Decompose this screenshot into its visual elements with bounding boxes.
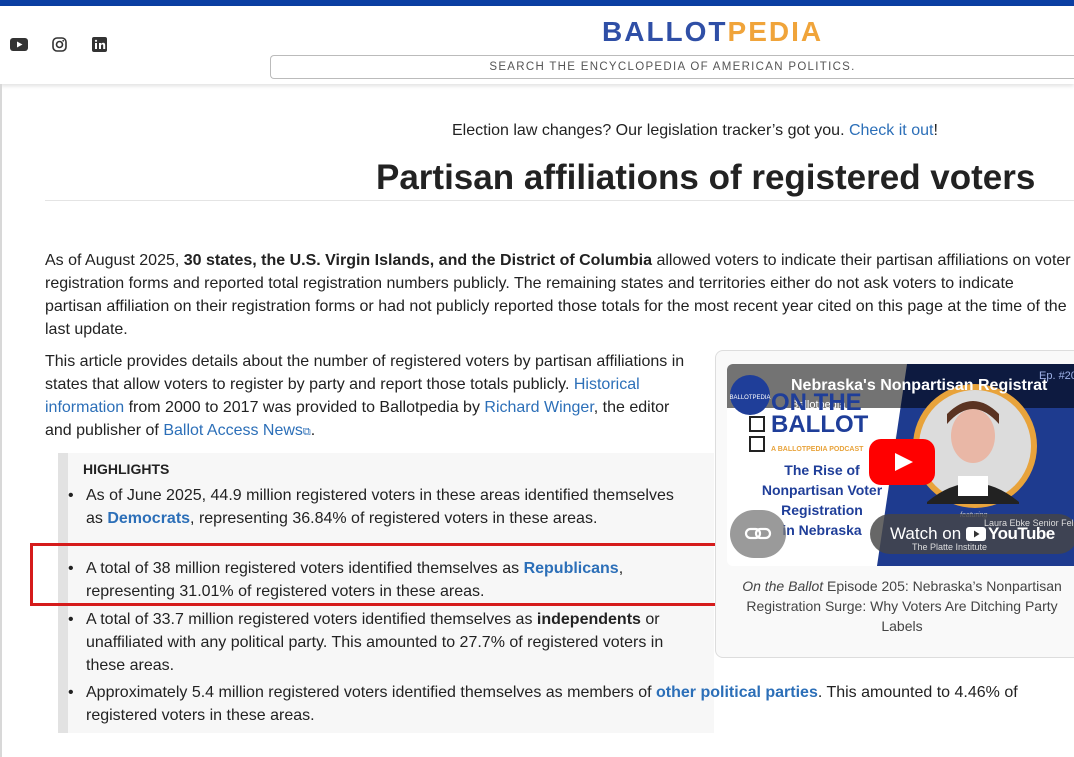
- checkbox-icon: [749, 416, 765, 432]
- watch-on-label: Watch on: [890, 524, 962, 543]
- highlight-independents: A total of 33.7 million registered voter…: [68, 608, 698, 677]
- play-button[interactable]: [869, 439, 935, 485]
- search-input[interactable]: SEARCH THE ENCYCLOPEDIA OF AMERICAN POLI…: [270, 55, 1074, 79]
- tracker-link[interactable]: Check it out: [849, 122, 933, 139]
- ballotpedia-logo[interactable]: BALLOTPEDIA: [602, 16, 823, 48]
- title-divider: [45, 200, 1074, 201]
- video-player[interactable]: BALLOTPEDIA Nebraska's Nonpartisan Regis…: [727, 364, 1074, 566]
- highlights-title: HIGHLIGHTS: [83, 461, 170, 477]
- richard-winger-link[interactable]: Richard Winger: [484, 399, 593, 416]
- logo-part-ballot: BALLOT: [602, 16, 728, 47]
- youtube-logo-icon: [966, 527, 986, 541]
- logo-part-pedia: PEDIA: [727, 16, 824, 47]
- democrats-link[interactable]: Democrats: [107, 510, 190, 527]
- other-political-parties-link[interactable]: other political parties: [656, 684, 818, 701]
- youtube-icon[interactable]: [10, 36, 28, 52]
- highlight-other-parties: Approximately 5.4 million registered vot…: [68, 681, 1066, 727]
- left-border: [0, 84, 2, 757]
- page-title: Partisan affiliations of registered vote…: [376, 158, 1036, 197]
- tracker-end: !: [933, 122, 938, 139]
- ballot-access-news-link[interactable]: Ballot Access News: [163, 422, 303, 439]
- svg-text:BALLOTPEDIA: BALLOTPEDIA: [729, 395, 770, 401]
- highlight-democrats: As of June 2025, 44.9 million registered…: [68, 484, 686, 530]
- instagram-icon[interactable]: [50, 36, 68, 52]
- social-links: [10, 36, 108, 52]
- video-caption: On the Ballot Episode 205: Nebraska’s No…: [742, 578, 1062, 634]
- watch-on-youtube-button[interactable]: Laura Ebke Senior Fellow at Watch on You…: [870, 514, 1074, 554]
- checkbox-icon: [749, 436, 765, 452]
- youtube-wordmark: YouTube: [988, 524, 1055, 543]
- annotation-highlight-box: [30, 543, 720, 606]
- external-link-icon: ⧉: [302, 426, 311, 438]
- site-header: BALLOTPEDIA SEARCH THE ENCYCLOPEDIA OF A…: [0, 6, 1074, 84]
- linkedin-icon[interactable]: [90, 36, 108, 52]
- show-logo-line2: BALLOT: [771, 411, 869, 438]
- channel-avatar[interactable]: BALLOTPEDIA: [727, 372, 773, 418]
- share-link-icon[interactable]: [730, 510, 786, 558]
- tracker-text: Election law changes? Our legislation tr…: [452, 122, 849, 139]
- show-logo: ON THE BALLOT: [771, 391, 869, 438]
- legislation-tracker-banner: Election law changes? Our legislation tr…: [452, 122, 938, 140]
- episode-tag: Ep. #205: [1039, 370, 1074, 382]
- podcast-tag: A BALLOTPEDIA PODCAST: [771, 446, 864, 453]
- guest-org: The Platte Institute: [912, 542, 988, 552]
- details-paragraph: This article provides details about the …: [45, 353, 685, 439]
- intro-paragraph: As of August 2025, 30 states, the U.S. V…: [45, 252, 1071, 338]
